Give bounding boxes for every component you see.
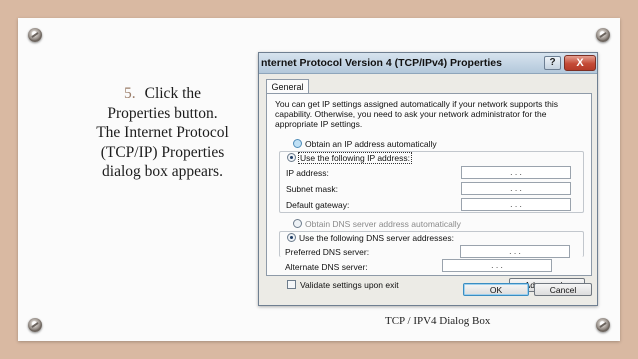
ip-auto-option[interactable]: Obtain an IP address automatically: [293, 138, 437, 150]
validate-label: Validate settings upon exit: [300, 280, 399, 290]
dns-auto-option[interactable]: Obtain DNS server address automatically: [293, 218, 461, 230]
step-instruction: 5. Click the Properties button. The Inter…: [95, 84, 230, 182]
radio-dns-auto[interactable]: [293, 219, 302, 228]
default-gateway-label: Default gateway:: [286, 200, 350, 210]
preferred-dns-input[interactable]: . . .: [460, 245, 570, 258]
ip-auto-label: Obtain an IP address automatically: [305, 139, 437, 149]
ip-address-label: IP address:: [286, 168, 329, 178]
help-button[interactable]: ?: [544, 56, 561, 70]
screw-icon: [596, 318, 610, 332]
alternate-dns-input[interactable]: . . .: [442, 259, 552, 272]
subnet-mask-input[interactable]: . . .: [461, 182, 571, 195]
ip-manual-label: Use the following IP address:: [298, 152, 412, 164]
ip-address-row: IP address: . . .: [286, 166, 581, 180]
dialog-title: nternet Protocol Version 4 (TCP/IPv4) Pr…: [261, 57, 502, 69]
screw-icon: [28, 28, 42, 42]
ip-manual-option[interactable]: Use the following IP address:: [287, 152, 412, 164]
ip-address-input[interactable]: . . .: [461, 166, 571, 179]
ok-button[interactable]: OK: [463, 283, 529, 296]
subnet-mask-row: Subnet mask: . . .: [286, 182, 581, 196]
close-button[interactable]: X: [564, 55, 596, 71]
preferred-dns-row: Preferred DNS server: . . .: [285, 245, 580, 259]
step-number: 5.: [123, 85, 136, 102]
subnet-mask-label: Subnet mask:: [286, 184, 338, 194]
info-text: You can get IP settings assigned automat…: [275, 99, 559, 129]
radio-dns-manual[interactable]: [287, 233, 296, 242]
radio-ip-auto[interactable]: [293, 139, 302, 148]
screw-icon: [596, 28, 610, 42]
alternate-dns-input-wrap: . . .: [442, 259, 557, 273]
cancel-button[interactable]: Cancel: [534, 283, 592, 296]
validate-option[interactable]: Validate settings upon exit: [287, 279, 399, 291]
default-gateway-input[interactable]: . . .: [461, 198, 571, 211]
dns-manual-option[interactable]: Use the following DNS server addresses:: [287, 232, 454, 244]
radio-ip-manual[interactable]: [287, 153, 296, 162]
dns-manual-label: Use the following DNS server addresses:: [299, 233, 454, 243]
default-gateway-row: Default gateway: . . .: [286, 198, 581, 212]
tcpip-properties-dialog: nternet Protocol Version 4 (TCP/IPv4) Pr…: [258, 52, 598, 306]
caption: TCP / IPV4 Dialog Box: [385, 315, 491, 327]
alternate-dns-label: Alternate DNS server:: [285, 262, 368, 272]
step-text: Click the Properties button. The Interne…: [96, 85, 229, 180]
dialog-titlebar: nternet Protocol Version 4 (TCP/IPv4) Pr…: [259, 53, 597, 74]
tab-general[interactable]: General: [266, 79, 309, 94]
preferred-dns-label: Preferred DNS server:: [285, 247, 370, 257]
validate-checkbox[interactable]: [287, 280, 296, 289]
screw-icon: [28, 318, 42, 332]
ip-address-group: Use the following IP address: IP address…: [279, 151, 584, 213]
dns-auto-label: Obtain DNS server address automatically: [305, 219, 461, 229]
general-panel: You can get IP settings assigned automat…: [266, 93, 592, 276]
